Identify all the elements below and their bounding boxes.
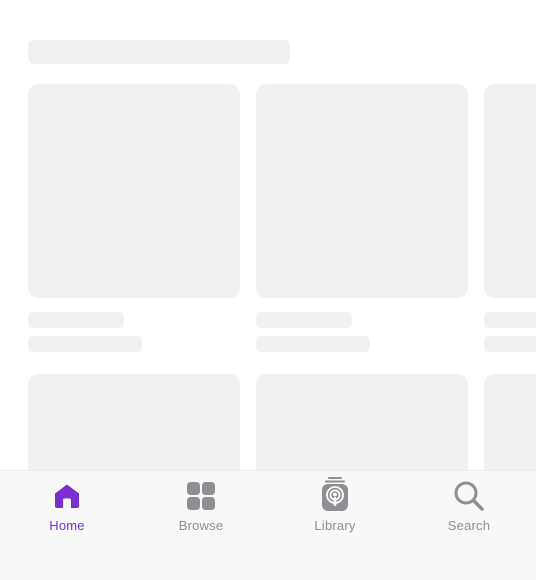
search-icon (453, 480, 485, 512)
tab-home[interactable]: Home (0, 471, 134, 551)
app-screen: Home Browse Library Search (0, 0, 536, 580)
grid-icon (185, 480, 217, 512)
card-artwork-placeholder[interactable] (484, 84, 536, 298)
tab-browse[interactable]: Browse (134, 471, 268, 551)
tab-search[interactable]: Search (402, 471, 536, 551)
card-title-placeholder (484, 312, 536, 328)
card-title-placeholder (28, 312, 124, 328)
tab-bar: Home Browse Library Search (0, 470, 536, 580)
tab-search-label: Search (447, 518, 491, 533)
section-title-placeholder (28, 40, 290, 64)
card-artwork-placeholder[interactable] (256, 84, 468, 298)
card-artwork-placeholder[interactable] (28, 84, 240, 298)
card-subtitle-placeholder (256, 336, 370, 352)
tab-library-label: Library (314, 518, 356, 533)
tab-browse-label: Browse (178, 518, 224, 533)
card-title-placeholder (256, 312, 352, 328)
card-subtitle-placeholder (484, 336, 536, 352)
podcast-library-icon (319, 477, 351, 512)
card-subtitle-placeholder (28, 336, 142, 352)
home-icon (51, 480, 83, 512)
tab-library[interactable]: Library (268, 471, 402, 551)
tab-home-label: Home (49, 518, 85, 533)
